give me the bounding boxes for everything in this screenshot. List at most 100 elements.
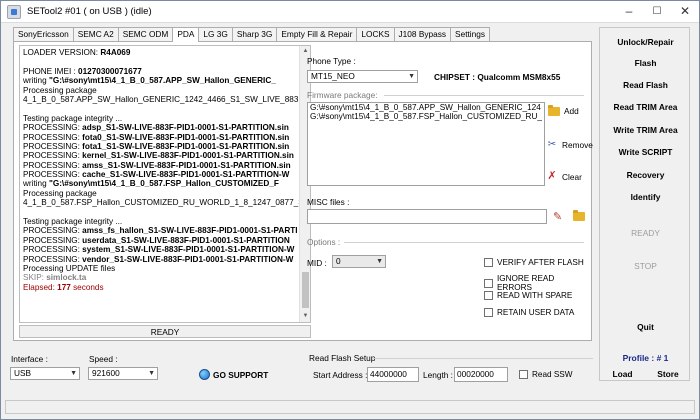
log-segment: PROCESSING: — [23, 235, 83, 245]
misc-files-label: MISC files : — [307, 197, 350, 207]
log-line: PHONE IMEI : 01270300071677 — [23, 67, 299, 76]
remove-firmware-button[interactable]: ✂ Remove — [546, 139, 593, 150]
ready-button[interactable]: READY — [600, 227, 691, 239]
recovery-button[interactable]: Recovery — [600, 169, 691, 181]
tab-j108-bypass[interactable]: J108 Bypass — [393, 27, 452, 41]
pda-tab-panel: LOADER VERSION: R4A069 PHONE IMEI : 01270… — [13, 41, 593, 341]
log-line: Processing package — [23, 189, 299, 198]
interface-label: Interface : — [11, 354, 48, 364]
write-trim-area-button[interactable]: Write TRIM Area — [600, 124, 691, 136]
log-lines: LOADER VERSION: R4A069 PHONE IMEI : 01270… — [23, 48, 299, 292]
checkbox-box — [484, 308, 493, 317]
log-segment: PROCESSING: — [23, 123, 83, 133]
log-line: Processing package — [23, 86, 299, 95]
firmware-package-title: Firmware package: — [307, 90, 378, 100]
tab-semc-a2[interactable]: SEMC A2 — [72, 27, 119, 41]
firmware-file-item[interactable]: G:\#sony\mt15\4_1_B_0_587.FSP_Hallon_CUS… — [308, 112, 544, 121]
phone-type-select[interactable]: MT15_NEO ▼ — [307, 70, 418, 83]
log-output[interactable]: LOADER VERSION: R4A069 PHONE IMEI : 01270… — [19, 45, 311, 323]
log-segment: "G:\#sony\mt15\4_1_B_0_587.APP_SW_Hallon… — [48, 76, 276, 86]
interface-select[interactable]: USB ▼ — [10, 367, 80, 380]
log-segment: PROCESSING: — [23, 170, 83, 180]
window-title: SETool2 #01 ( on USB ) (idle) — [27, 6, 152, 17]
tab-lg-3g[interactable]: LG 3G — [198, 27, 233, 41]
maximize-icon[interactable]: ☐ — [643, 1, 671, 22]
identify-button[interactable]: Identify — [600, 191, 691, 203]
write-script-button[interactable]: Write SCRIPT — [600, 146, 691, 158]
log-segment: R4A069 — [100, 48, 131, 57]
checkbox-label: Read SSW — [532, 370, 573, 379]
firmware-file-item[interactable]: G:\#sony\mt15\4_1_B_0_587.APP_SW_Hallon_… — [308, 103, 544, 112]
tab-locks[interactable]: LOCKS — [356, 27, 395, 41]
log-segment: amss_fs_hallon_S1-SW-LIVE-883F-PID1-0001… — [82, 226, 298, 236]
log-segment: SKIP: — [23, 273, 47, 283]
chevron-down-icon: ▼ — [408, 73, 415, 80]
tab-semc-odm[interactable]: SEMC ODM — [117, 27, 174, 41]
profile-label: Profile : # 1 — [622, 353, 669, 363]
length-input[interactable]: 00020000 — [454, 367, 508, 382]
retain-user-data-checkbox[interactable]: RETAIN USER DATA — [484, 308, 574, 317]
length-label: Length : — [423, 370, 453, 380]
misc-files-input[interactable] — [307, 209, 547, 224]
speed-value: 921600 — [92, 368, 120, 378]
go-support-label: GO SUPPORT — [213, 369, 269, 380]
log-segment: Processing package — [23, 85, 97, 95]
log-line: PROCESSING: system_S1-SW-LIVE-883F-PID1-… — [23, 245, 299, 254]
verify-after-flash-checkbox[interactable]: VERIFY AFTER FLASH — [484, 258, 584, 267]
close-icon[interactable]: ✕ — [671, 1, 699, 22]
speed-select[interactable]: 921600 ▼ — [88, 367, 158, 380]
scroll-thumb[interactable] — [302, 272, 309, 308]
phone-type-label: Phone Type : — [307, 56, 356, 66]
log-segment: vendor_S1-SW-LIVE-883F-PID1-0001-S1-PART… — [82, 254, 294, 264]
app-window: SETool2 #01 ( on USB ) (idle) – ☐ ✕ Sony… — [0, 0, 700, 420]
read-flash-setup-title: Read Flash Setup — [309, 353, 376, 363]
quit-button[interactable]: Quit — [600, 321, 691, 333]
clear-firmware-button[interactable]: ✗ Clear — [546, 171, 581, 182]
tab-pda[interactable]: PDA — [172, 27, 200, 42]
log-segment: 4_1_B_0_587.APP_SW_Hallon_GENERIC_1242_4… — [23, 94, 299, 104]
action-panel: Unlock/Repair Flash Read Flash Read TRIM… — [599, 27, 690, 381]
read-ssw-checkbox[interactable]: Read SSW — [519, 370, 573, 379]
log-segment: PROCESSING: — [23, 254, 83, 264]
log-line: Testing package integrity ... — [23, 217, 299, 226]
speed-label: Speed : — [89, 354, 118, 364]
checkbox-label: VERIFY AFTER FLASH — [497, 258, 584, 267]
misc-folder-button[interactable] — [573, 210, 585, 221]
read-trim-area-button[interactable]: Read TRIM Area — [600, 101, 691, 113]
status-bar — [5, 400, 695, 414]
go-support-button[interactable]: GO SUPPORT — [199, 369, 268, 380]
read-flash-button[interactable]: Read Flash — [600, 79, 691, 91]
tab-empty-fill-repair[interactable]: Empty Fill & Repair — [276, 27, 358, 41]
log-segment: Processing UPDATE files — [23, 263, 116, 273]
log-line: Processing UPDATE files — [23, 264, 299, 273]
mid-select[interactable]: 0 ▼ — [332, 255, 386, 268]
pencil-icon[interactable]: ✎ — [553, 210, 562, 223]
tab-settings[interactable]: Settings — [450, 27, 491, 41]
unlock-repair-button[interactable]: Unlock/Repair — [600, 36, 691, 48]
firmware-file-list[interactable]: G:\#sony\mt15\4_1_B_0_587.APP_SW_Hallon_… — [307, 102, 545, 186]
minimize-icon[interactable]: – — [615, 1, 643, 22]
start-address-input[interactable]: 44000000 — [367, 367, 419, 382]
stop-button[interactable]: STOP — [600, 260, 691, 272]
scroll-down-arrow-icon[interactable]: ▼ — [300, 311, 310, 322]
log-segment: LOADER VERSION: — [23, 48, 101, 57]
log-segment: PROCESSING: — [23, 245, 83, 255]
log-segment: adsp_S1-SW-LIVE-883F-PID1-0001-S1-PARTIT… — [82, 123, 289, 133]
log-status: READY — [19, 325, 311, 338]
tab-sharp-3g[interactable]: Sharp 3G — [231, 27, 278, 41]
read-with-spare-checkbox[interactable]: READ WITH SPARE — [484, 291, 572, 300]
log-segment: seconds — [70, 282, 104, 292]
load-button[interactable]: Load — [600, 368, 645, 380]
ignore-read-errors-checkbox[interactable]: IGNORE READ ERRORS — [484, 274, 591, 292]
add-firmware-button[interactable]: Add — [548, 104, 579, 116]
options-divider — [344, 242, 584, 243]
store-button[interactable]: Store — [645, 368, 691, 380]
remove-label: Remove — [562, 139, 593, 150]
log-segment: fota0_S1-SW-LIVE-883F-PID1-0001-S1-PARTI… — [82, 132, 290, 142]
flash-button[interactable]: Flash — [600, 57, 691, 69]
log-segment: Processing package — [23, 188, 97, 198]
checkbox-box — [484, 258, 493, 267]
tab-sonyericsson[interactable]: SonyEricsson — [13, 27, 74, 41]
